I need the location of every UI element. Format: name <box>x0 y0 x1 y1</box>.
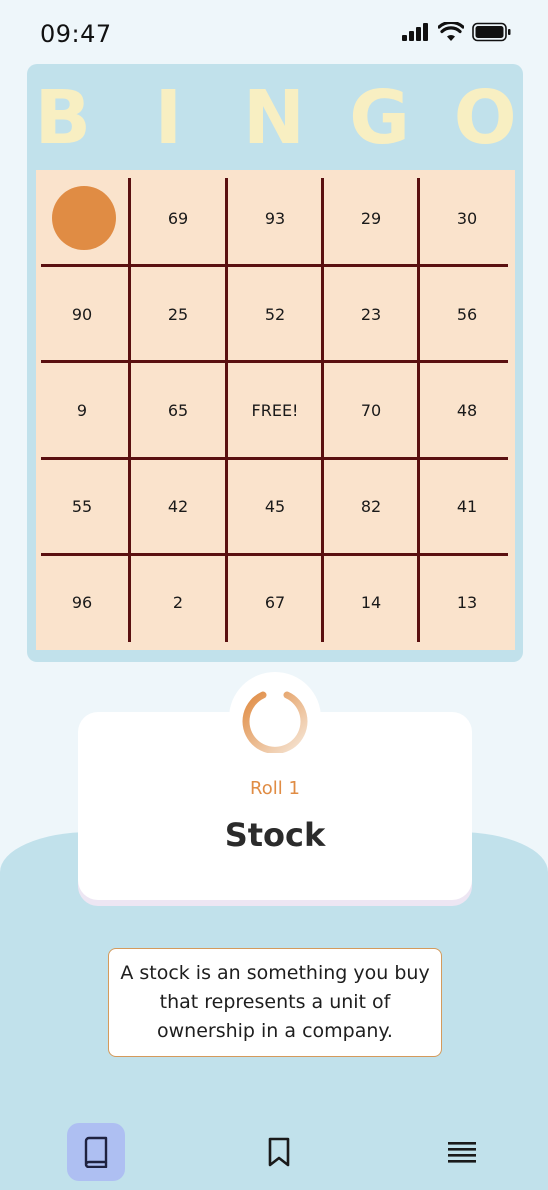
grid-divider <box>128 178 131 642</box>
bingo-letter: I <box>154 75 183 161</box>
grid-divider <box>321 178 324 642</box>
bingo-cell[interactable]: 13 <box>419 554 515 650</box>
definition-box: A stock is an something you buy that rep… <box>108 948 442 1057</box>
bingo-cell[interactable]: 82 <box>323 458 419 554</box>
roll-spinner[interactable] <box>229 672 321 764</box>
signal-icon <box>402 23 428 41</box>
roll-word: Stock <box>224 816 326 854</box>
bingo-cell[interactable]: 42 <box>130 458 226 554</box>
nav-menu-button[interactable] <box>433 1123 491 1181</box>
bingo-letter: N <box>243 75 305 161</box>
bingo-cell[interactable]: 23 <box>323 266 419 362</box>
bingo-cell[interactable]: 70 <box>323 362 419 458</box>
bingo-cell[interactable]: 69 <box>130 170 226 266</box>
roll-label: Roll 1 <box>250 778 300 799</box>
bingo-cell[interactable]: 29 <box>323 170 419 266</box>
wifi-icon <box>438 22 464 41</box>
bingo-cell[interactable]: 9 <box>34 362 130 458</box>
bingo-cell-marked[interactable] <box>36 170 132 266</box>
nav-book-button[interactable] <box>67 1123 125 1181</box>
bingo-letter: O <box>453 75 517 161</box>
marker-chip-icon <box>52 186 116 250</box>
loading-spinner-icon <box>242 691 308 753</box>
bingo-letter: B <box>34 75 91 161</box>
bingo-cell[interactable]: 67 <box>227 554 323 650</box>
status-icons <box>402 22 512 42</box>
bingo-header: B I N G O <box>0 75 548 161</box>
menu-icon <box>448 1142 476 1163</box>
grid-divider <box>41 264 508 267</box>
nav-bookmark-button[interactable] <box>250 1123 308 1181</box>
bingo-cell[interactable]: 41 <box>419 458 515 554</box>
bingo-cell[interactable]: 96 <box>34 554 130 650</box>
bookmark-icon <box>268 1137 290 1167</box>
book-icon <box>84 1136 108 1168</box>
grid-divider <box>417 178 420 642</box>
bingo-cell[interactable]: 56 <box>419 266 515 362</box>
bingo-cell[interactable]: 2 <box>130 554 226 650</box>
grid-divider <box>41 360 508 363</box>
bingo-grid: 69 93 29 30 90 25 52 23 56 9 65 FREE! 70… <box>36 170 515 650</box>
bingo-cell[interactable]: 14 <box>323 554 419 650</box>
bingo-cell[interactable]: 65 <box>130 362 226 458</box>
bingo-cell[interactable]: 25 <box>130 266 226 362</box>
status-bar: 09:47 <box>0 0 548 68</box>
bingo-cell[interactable]: 48 <box>419 362 515 458</box>
bingo-cell[interactable]: 93 <box>227 170 323 266</box>
bingo-cell[interactable]: 30 <box>419 170 515 266</box>
bingo-cell-free[interactable]: FREE! <box>227 362 323 458</box>
bingo-cell[interactable]: 52 <box>227 266 323 362</box>
bingo-letter: G <box>349 75 410 161</box>
bingo-cell[interactable]: 90 <box>34 266 130 362</box>
bingo-cell[interactable]: 55 <box>34 458 130 554</box>
battery-icon <box>472 22 511 42</box>
grid-divider <box>41 457 508 460</box>
grid-divider <box>225 178 228 642</box>
status-time: 09:47 <box>40 20 112 48</box>
bingo-cell[interactable]: 45 <box>227 458 323 554</box>
grid-divider <box>41 553 508 556</box>
